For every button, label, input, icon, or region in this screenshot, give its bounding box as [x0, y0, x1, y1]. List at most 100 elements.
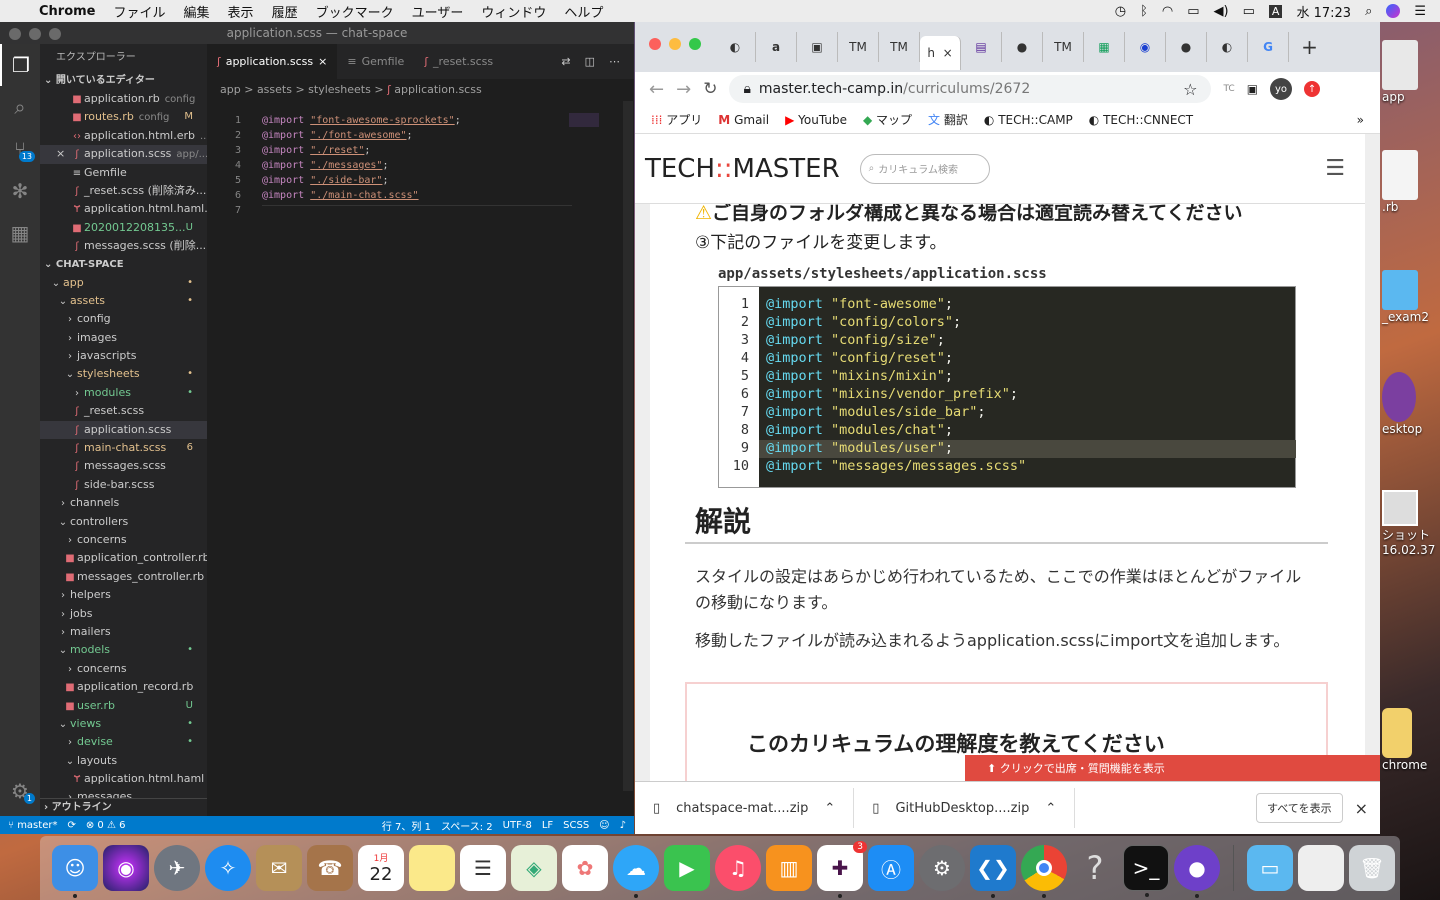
- open-editor-item[interactable]: ■ application.rb config: [40, 90, 207, 108]
- explorer-icon[interactable]: ❐: [0, 44, 40, 86]
- wifi-icon[interactable]: ◠: [1162, 4, 1173, 19]
- minimize-window-button[interactable]: [669, 38, 681, 50]
- search-icon[interactable]: ⌕: [0, 86, 40, 128]
- battery-icon[interactable]: ▭: [1243, 4, 1255, 19]
- tree-item--reset-scss[interactable]: ʃ _reset.scss: [40, 402, 207, 420]
- maps-icon[interactable]: ◈: [511, 845, 557, 891]
- attendance-toggle-bar[interactable]: ⬆ クリックで出席・質問機能を表示: [965, 755, 1380, 781]
- tree-item-modules[interactable]: › modules •: [40, 384, 207, 402]
- tab-active[interactable]: h ×: [920, 36, 961, 70]
- launchpad-icon[interactable]: ✈: [154, 845, 200, 891]
- menu-history[interactable]: 履歴: [263, 2, 307, 21]
- tree-item-application-scss[interactable]: ʃ application.scss: [40, 420, 207, 440]
- desktop-item-rb[interactable]: .rb: [1382, 150, 1438, 214]
- menu-edit[interactable]: 編集: [175, 2, 219, 21]
- hamburger-menu-icon[interactable]: ☰: [1325, 156, 1345, 181]
- zoom-window-button[interactable]: [689, 38, 701, 50]
- time-machine-icon[interactable]: ◷: [1115, 4, 1126, 19]
- terminal-icon[interactable]: >_: [1123, 845, 1169, 897]
- menu-app-name[interactable]: Chrome: [30, 4, 105, 19]
- tab-tm-3[interactable]: TM: [1043, 32, 1084, 62]
- photos-icon[interactable]: ✿: [562, 845, 608, 891]
- download-item-1[interactable]: ▯ chatspace-mat....zip ⌃: [635, 788, 855, 828]
- tab-github-1[interactable]: ●: [1002, 32, 1043, 62]
- bookmark-translate[interactable]: 文 翻訳: [928, 111, 968, 128]
- desktop-item-app[interactable]: app: [1382, 40, 1438, 104]
- minimap[interactable]: [569, 113, 599, 127]
- settings-gear-icon[interactable]: ⚙ 1: [0, 770, 40, 812]
- open-editor-item[interactable]: ‹›application.html.erb...: [40, 127, 207, 145]
- desktop-item-desktop[interactable]: esktop: [1382, 372, 1438, 436]
- curriculum-search-input[interactable]: ⌕ カリキュラム検索: [859, 153, 990, 184]
- tree-item-concerns[interactable]: › concerns: [40, 660, 207, 678]
- eol[interactable]: LF: [542, 820, 553, 831]
- app-store-icon[interactable]: Ⓐ: [868, 845, 914, 891]
- extension-icon[interactable]: ▣: [1247, 82, 1258, 96]
- chevron-up-icon[interactable]: ⌃: [1045, 801, 1056, 816]
- tree-item-jobs[interactable]: › jobs: [40, 605, 207, 623]
- tab-tm-2[interactable]: TM: [879, 32, 920, 62]
- desktop-item-chrome[interactable]: chrome: [1382, 708, 1438, 772]
- bookmark-youtube[interactable]: ▶ YouTube: [785, 113, 847, 127]
- feedback-icon[interactable]: ☺: [599, 820, 609, 831]
- close-icon[interactable]: ×: [943, 46, 953, 60]
- menu-user[interactable]: ユーザー: [403, 2, 473, 21]
- download-item-2[interactable]: ▯ GitHubDesktop....zip ⌃: [854, 788, 1076, 828]
- facetime-icon[interactable]: ▶: [664, 845, 710, 891]
- tree-item-channels[interactable]: › channels: [40, 494, 207, 512]
- tree-item-side-bar-scss[interactable]: ʃ side-bar.scss: [40, 476, 207, 494]
- contacts-icon[interactable]: ☎: [307, 845, 353, 891]
- tree-item-main-chat-scss[interactable]: ʃ main-chat.scss 6: [40, 439, 207, 457]
- menu-file[interactable]: ファイル: [105, 2, 175, 21]
- bookmark-techconnect[interactable]: ◐ TECH::CNNECT: [1089, 113, 1193, 127]
- calendar-icon[interactable]: 1月 22: [358, 845, 404, 891]
- bookmark-star-icon[interactable]: ☆: [1183, 80, 1197, 99]
- tree-item-models[interactable]: ⌄ models •: [40, 641, 207, 659]
- tab-sheets[interactable]: ▦: [1084, 32, 1125, 62]
- zoom-window-button[interactable]: [49, 28, 61, 40]
- menu-help[interactable]: ヘルプ: [555, 2, 612, 21]
- address-bar[interactable]: 🔒︎ master.tech-camp.in/curriculums/2672 …: [729, 75, 1212, 103]
- tab-blue[interactable]: ◉: [1125, 32, 1166, 62]
- input-mode-indicator[interactable]: A: [1268, 4, 1283, 18]
- open-editor-item[interactable]: ʃ messages.scss (削除...: [40, 237, 207, 255]
- new-tab-button[interactable]: +: [1289, 32, 1330, 62]
- open-editors-section[interactable]: ⌄ 開いているエディター: [40, 72, 207, 90]
- branch-indicator[interactable]: ⑂ master*: [8, 820, 57, 831]
- trash-icon[interactable]: 🗑︎: [1349, 845, 1395, 891]
- extensions-icon[interactable]: ▦: [0, 212, 40, 254]
- finder-icon[interactable]: ☺: [52, 845, 98, 898]
- github-desktop-icon[interactable]: ●: [1174, 845, 1220, 898]
- open-changes-icon[interactable]: ⇄: [561, 55, 570, 68]
- menu-window[interactable]: ウィンドウ: [472, 2, 555, 21]
- tab-github-2[interactable]: ●: [1166, 32, 1207, 62]
- spotlight-icon[interactable]: ⌕: [1365, 4, 1372, 19]
- project-section[interactable]: ⌄ CHAT-SPACE: [40, 256, 207, 274]
- tree-item-views[interactable]: ⌄ views •: [40, 715, 207, 733]
- vscode-icon[interactable]: ❮❯: [970, 845, 1016, 898]
- bluetooth-icon[interactable]: ᛒ: [1140, 4, 1148, 19]
- chrome-icon[interactable]: [1021, 845, 1067, 898]
- show-all-downloads-button[interactable]: すべてを表示: [1256, 793, 1343, 823]
- bookmark-techcamp[interactable]: ◐ TECH::CAMP: [984, 113, 1073, 127]
- open-editor-item[interactable]: ʃ _reset.scss (削除済み...: [40, 182, 207, 200]
- tree-item-devise[interactable]: › devise •: [40, 733, 207, 751]
- profile-avatar[interactable]: yo: [1270, 78, 1293, 100]
- reminders-icon[interactable]: ☰: [460, 845, 506, 891]
- tree-item-assets[interactable]: ⌄ assets •: [40, 292, 207, 310]
- tree-item-application-controller-rb[interactable]: ■ application_controller.rb: [40, 549, 207, 567]
- tab-google[interactable]: G: [1248, 32, 1289, 62]
- safari-icon[interactable]: ✧: [205, 845, 251, 891]
- problems-indicator[interactable]: ⊗ 0 ⚠ 6: [86, 820, 126, 831]
- bookmarks-overflow-icon[interactable]: »: [1357, 113, 1364, 127]
- cursor-position[interactable]: 行 7、列 1: [382, 818, 431, 833]
- site-logo[interactable]: TECH::MASTER: [645, 154, 840, 184]
- debug-icon[interactable]: ✻: [0, 170, 40, 212]
- outline-section[interactable]: › アウトライン: [40, 798, 207, 816]
- siri-icon[interactable]: ◉: [103, 845, 149, 891]
- music-icon[interactable]: ♫: [715, 845, 761, 891]
- tab-tm-1[interactable]: TM: [838, 32, 879, 62]
- system-preferences-icon[interactable]: ⚙: [919, 845, 965, 891]
- open-editor-item[interactable]: Ɏapplication.html.haml...: [40, 200, 207, 218]
- bookmark-apps[interactable]: ⁞⁞⁞ アプリ: [651, 111, 702, 128]
